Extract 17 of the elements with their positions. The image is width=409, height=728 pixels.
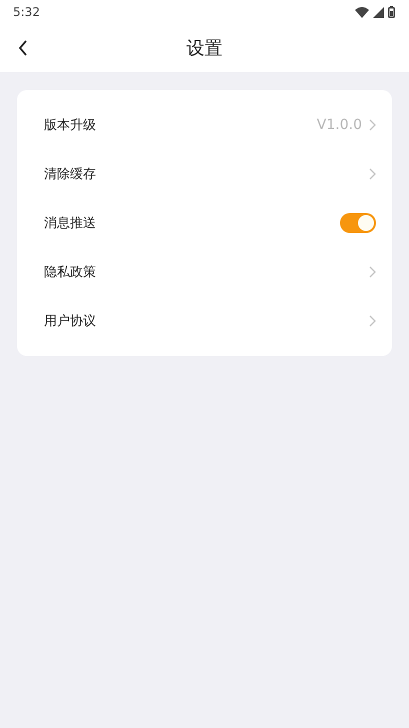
- wifi-icon: [355, 6, 369, 18]
- back-icon[interactable]: [18, 40, 28, 56]
- setting-label[interactable]: 消息推送: [44, 214, 96, 232]
- setting-label[interactable]: 清除缓存: [44, 164, 96, 182]
- version-value: V1.0.0: [316, 116, 362, 132]
- chevron-right-icon[interactable]: [369, 168, 376, 180]
- toggle-switch[interactable]: [340, 212, 376, 232]
- status-time: 5:32: [13, 5, 40, 19]
- page-title: 设置: [186, 37, 222, 60]
- setting-label[interactable]: 隐私政策: [44, 262, 96, 280]
- signal-icon: [373, 6, 384, 18]
- chevron-right-icon[interactable]: [369, 314, 376, 326]
- setting-label[interactable]: 用户协议: [44, 312, 96, 330]
- battery-icon: [388, 6, 395, 18]
- setting-label[interactable]: 版本升级: [44, 116, 96, 134]
- chevron-right-icon[interactable]: [369, 118, 376, 130]
- chevron-right-icon[interactable]: [369, 266, 376, 278]
